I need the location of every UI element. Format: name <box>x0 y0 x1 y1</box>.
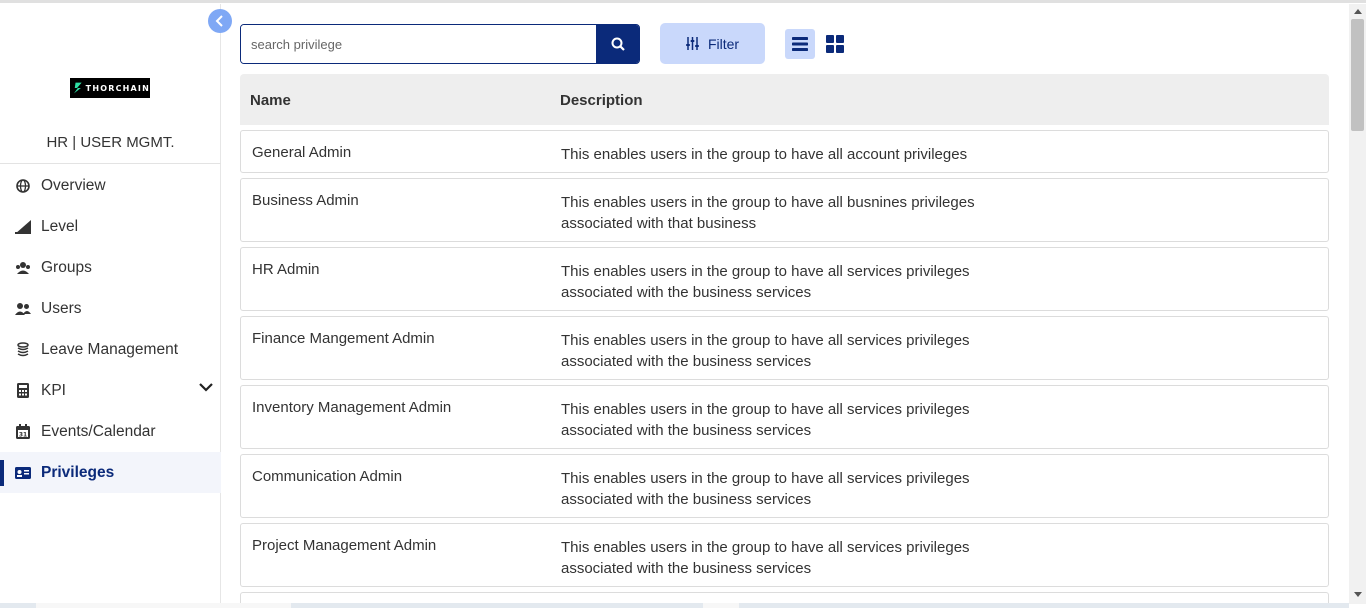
scrollbar-thumb[interactable] <box>1351 19 1364 131</box>
description-line: associated with that business <box>561 215 757 232</box>
level-chart-icon <box>15 219 31 235</box>
coins-stack-icon <box>15 341 31 358</box>
description-line: associated with the business services <box>561 560 812 577</box>
table-row[interactable]: HR Admin This enables users in the group… <box>240 247 1329 311</box>
description-line: This enables users in the group to have … <box>561 194 975 211</box>
list-icon <box>792 37 808 51</box>
privilege-description: This enables users in the group to have … <box>561 248 1021 303</box>
filter-button[interactable]: Filter <box>660 23 765 64</box>
description-line: This enables users in the group to have … <box>561 470 970 487</box>
sidebar-item-label: Privileges <box>41 463 115 481</box>
sidebar-item-label: Leave Management <box>41 340 179 358</box>
logo-mark-icon <box>74 82 82 94</box>
description-line: This enables users in the group to have … <box>561 332 970 349</box>
logo-text: THORCHAIN <box>85 83 150 93</box>
groups-icon <box>15 260 31 276</box>
search-bar <box>240 24 640 64</box>
sidebar-item-privileges[interactable]: Privileges <box>0 452 221 493</box>
chevron-down-icon[interactable] <box>199 383 213 392</box>
grid-icon <box>826 35 844 53</box>
search-icon <box>611 37 625 51</box>
description-line: This enables users in the group to have … <box>561 401 970 418</box>
sidebar-item-level[interactable]: Level <box>0 206 221 247</box>
sidebar-nav: Overview Level Groups Users Leave Manage… <box>0 165 221 493</box>
sidebar-item-label: Groups <box>41 258 92 276</box>
scroll-down-arrow-icon[interactable] <box>1354 592 1362 597</box>
module-title: HR | USER MGMT. <box>46 134 175 151</box>
privilege-name: HR Admin <box>252 261 320 278</box>
column-header-description: Description <box>560 92 643 109</box>
sidebar-divider <box>0 163 221 164</box>
privilege-description: This enables users in the group to have … <box>561 455 1021 510</box>
privilege-name: Business Admin <box>252 192 359 209</box>
vertical-scrollbar[interactable] <box>1349 4 1366 604</box>
table-row[interactable]: Inventory Management Admin This enables … <box>240 385 1329 449</box>
sidebar-item-label: KPI <box>41 381 66 399</box>
bottom-strip <box>0 603 1349 608</box>
table-row[interactable]: Finance Mangement Admin This enables use… <box>240 316 1329 380</box>
sidebar-item-events-calendar[interactable]: 31 Events/Calendar <box>0 411 221 452</box>
chevron-left-icon <box>215 15 223 27</box>
sidebar-collapse-button[interactable] <box>208 9 232 33</box>
calendar-icon: 31 <box>15 424 31 440</box>
description-line: associated with the business services <box>561 422 812 439</box>
table-row[interactable]: Project Management Admin This enables us… <box>240 523 1329 587</box>
description-line: This enables users in the group to have … <box>561 146 968 163</box>
scroll-up-arrow-icon[interactable] <box>1354 9 1362 14</box>
sliders-icon <box>686 37 699 50</box>
search-button[interactable] <box>596 25 639 63</box>
table-header: Name Description <box>240 74 1329 125</box>
privilege-description: This enables users in the group to have … <box>561 131 1021 165</box>
globe-icon <box>15 178 31 194</box>
privileges-list: General Admin This enables users in the … <box>240 130 1329 608</box>
sidebar-item-overview[interactable]: Overview <box>0 165 221 206</box>
list-view-button[interactable] <box>785 29 815 59</box>
users-icon <box>15 301 31 317</box>
table-row[interactable]: Communication Admin This enables users i… <box>240 454 1329 518</box>
privilege-name: Project Management Admin <box>252 537 437 554</box>
filter-label: Filter <box>707 35 740 52</box>
sidebar-item-label: Users <box>41 299 82 317</box>
grid-view-button[interactable] <box>820 29 850 59</box>
sidebar: THORCHAIN HR | USER MGMT. Overview Level… <box>0 4 221 604</box>
table-row[interactable]: General Admin This enables users in the … <box>240 130 1329 173</box>
privilege-description: This enables users in the group to have … <box>561 386 1021 441</box>
description-line: associated with the business services <box>561 491 812 508</box>
description-line: This enables users in the group to have … <box>561 263 970 280</box>
privilege-name: General Admin <box>252 144 352 161</box>
privilege-description: This enables users in the group to have … <box>561 317 1021 372</box>
privilege-description: This enables users in the group to have … <box>561 524 1021 579</box>
privilege-name: Finance Mangement Admin <box>252 330 435 347</box>
table-row[interactable]: Business Admin This enables users in the… <box>240 178 1329 242</box>
sidebar-item-groups[interactable]: Groups <box>0 247 221 288</box>
sidebar-item-label: Overview <box>41 176 106 194</box>
search-input[interactable] <box>241 25 596 63</box>
column-header-name: Name <box>250 92 291 109</box>
sidebar-item-leave-management[interactable]: Leave Management <box>0 329 221 370</box>
description-line: This enables users in the group to have … <box>561 539 970 556</box>
privilege-name: Inventory Management Admin <box>252 399 452 416</box>
calculator-icon <box>15 383 31 399</box>
sidebar-item-users[interactable]: Users <box>0 288 221 329</box>
company-logo: THORCHAIN <box>70 78 150 98</box>
description-line: associated with the business services <box>561 353 812 370</box>
sidebar-item-label: Events/Calendar <box>41 422 156 440</box>
sidebar-item-label: Level <box>41 217 79 235</box>
privilege-description: This enables users in the group to have … <box>561 179 1021 234</box>
svg-text:31: 31 <box>19 431 27 438</box>
privilege-name: Communication Admin <box>252 468 403 485</box>
id-card-icon <box>15 465 31 481</box>
sidebar-item-kpi[interactable]: KPI <box>0 370 221 411</box>
description-line: associated with the business services <box>561 284 812 301</box>
